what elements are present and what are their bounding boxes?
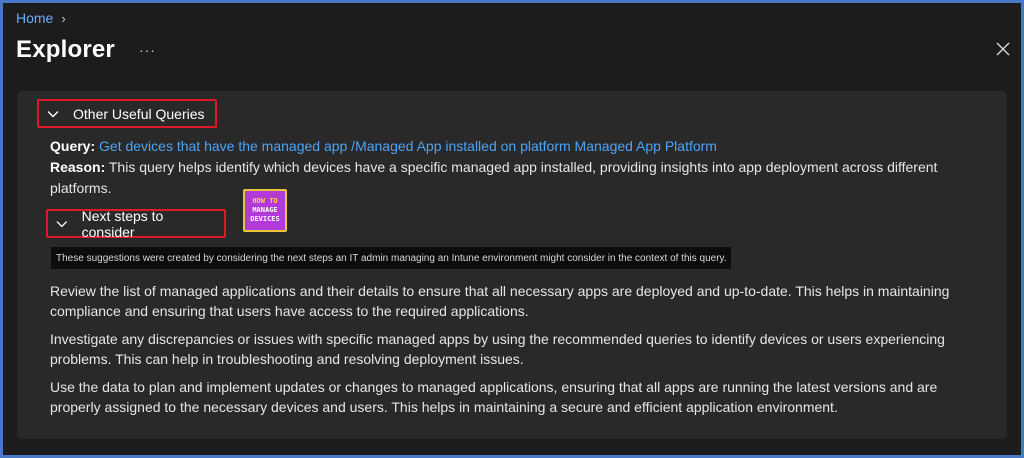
other-useful-queries-toggle[interactable]: Other Useful Queries	[37, 99, 217, 128]
breadcrumb: Home ›	[16, 10, 66, 26]
next-steps-toggle[interactable]: Next steps to consider	[46, 207, 226, 240]
query-label: Query:	[50, 138, 96, 154]
reason-line: Reason: This query helps identify which …	[50, 157, 950, 199]
chevron-down-icon	[47, 110, 59, 117]
query-line: Query: Get devices that have the managed…	[50, 136, 950, 157]
title-row: Explorer ···	[16, 36, 156, 64]
close-icon	[996, 42, 1010, 56]
next-steps-list: Review the list of managed applications …	[50, 281, 970, 425]
page-title: Explorer	[16, 36, 115, 63]
query-block: Query: Get devices that have the managed…	[50, 136, 950, 199]
reason-text: This query helps identify which devices …	[50, 159, 938, 196]
how-to-manage-devices-logo: HOW TO MANAGE DEVICES	[243, 189, 287, 232]
step-paragraph: Review the list of managed applications …	[50, 283, 950, 319]
logo-line-1: HOW TO	[252, 197, 278, 205]
reason-label: Reason:	[50, 159, 106, 175]
more-options-button[interactable]: ···	[139, 42, 156, 58]
section-label: Other Useful Queries	[73, 105, 205, 122]
logo-line-3: DEVICES	[250, 215, 280, 223]
close-button[interactable]	[995, 41, 1011, 57]
breadcrumb-home-link[interactable]: Home	[16, 10, 53, 26]
suggestions-tooltip: These suggestions were created by consid…	[51, 247, 731, 269]
logo-line-2: MANAGE	[252, 206, 278, 214]
explorer-window: Home › Explorer ··· Other Useful Queries…	[3, 3, 1021, 455]
step-paragraph: Use the data to plan and implement updat…	[50, 379, 938, 415]
chevron-right-icon: ›	[61, 10, 66, 26]
chevron-down-icon	[56, 220, 68, 227]
section-label: Next steps to consider	[81, 207, 164, 240]
query-link[interactable]: Get devices that have the managed app /M…	[99, 138, 717, 154]
results-panel: Other Useful Queries Query: Get devices …	[17, 91, 1007, 439]
step-paragraph: Investigate any discrepancies or issues …	[50, 331, 945, 367]
